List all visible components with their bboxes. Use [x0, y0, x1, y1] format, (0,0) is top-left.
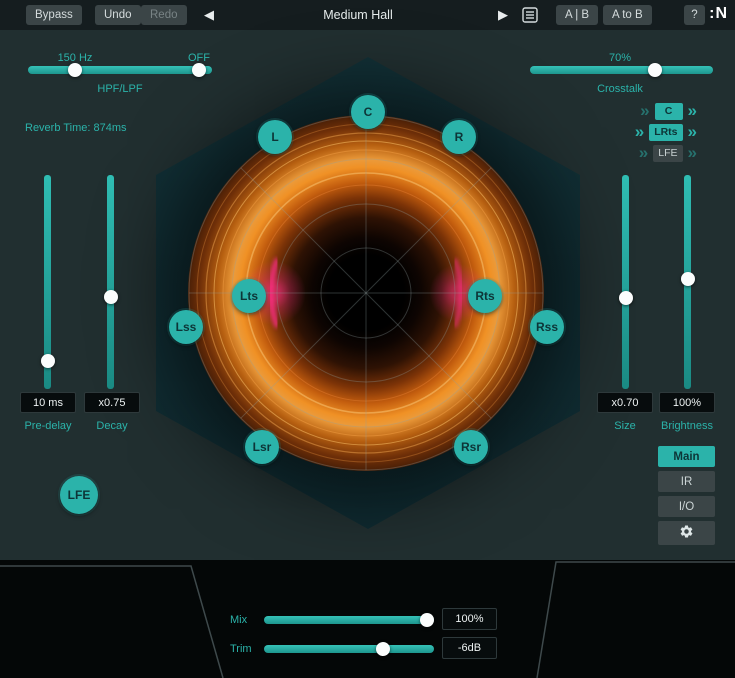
- undo-button[interactable]: Undo: [95, 5, 141, 25]
- crosstalk-slider-track[interactable]: [530, 66, 713, 74]
- brightness-label: Brightness: [647, 420, 727, 432]
- settings-button[interactable]: [658, 521, 715, 545]
- hpf-lpf-slider-track[interactable]: [28, 66, 212, 74]
- decay-label: Decay: [72, 420, 152, 432]
- nugen-logo: :N: [709, 5, 728, 23]
- preset-name[interactable]: Medium Hall: [268, 8, 448, 22]
- crosstalk-slider-handle[interactable]: [648, 63, 662, 77]
- channel-node-lfe[interactable]: LFE: [60, 476, 98, 514]
- brightness-slider-handle[interactable]: [681, 272, 695, 286]
- io-view-button[interactable]: I/O: [658, 496, 715, 517]
- channel-node-rss[interactable]: Rss: [530, 310, 564, 344]
- reverb-time-readout: Reverb Time: 874ms: [25, 122, 185, 134]
- routing-button-lrts[interactable]: LRts: [649, 124, 682, 141]
- routing-out-chevron-icon[interactable]: »: [688, 124, 697, 140]
- bypass-button[interactable]: Bypass: [26, 5, 82, 25]
- channel-node-c[interactable]: C: [351, 95, 385, 129]
- ir-view-button[interactable]: IR: [658, 471, 715, 492]
- channel-node-r[interactable]: R: [442, 120, 476, 154]
- decay-slider-handle[interactable]: [104, 290, 118, 304]
- routing-row-lfe: » LFE »: [639, 144, 697, 162]
- crosstalk-label: Crosstalk: [570, 83, 670, 95]
- hpf-slider-handle[interactable]: [68, 63, 82, 77]
- predelay-slider-handle[interactable]: [41, 354, 55, 368]
- crosstalk-value-label: 70%: [590, 52, 650, 64]
- trim-value-box[interactable]: -6dB: [442, 637, 497, 659]
- main-view-button[interactable]: Main: [658, 446, 715, 467]
- predelay-value-box[interactable]: 10 ms: [20, 392, 76, 413]
- trim-label: Trim: [230, 643, 264, 655]
- routing-out-chevron-icon[interactable]: »: [688, 145, 697, 161]
- size-slider-handle[interactable]: [619, 291, 633, 305]
- brightness-value-box[interactable]: 100%: [659, 392, 715, 413]
- mix-label: Mix: [230, 614, 260, 626]
- preset-list-icon[interactable]: [521, 6, 539, 29]
- trim-slider-handle[interactable]: [376, 642, 390, 656]
- ab-compare-button[interactable]: A | B: [556, 5, 598, 25]
- redo-button[interactable]: Redo: [141, 5, 187, 25]
- mix-slider-track[interactable]: [264, 616, 434, 624]
- hpf-lpf-label: HPF/LPF: [60, 83, 180, 95]
- routing-out-chevron-icon[interactable]: »: [688, 103, 697, 119]
- routing-row-c: » C »: [640, 102, 697, 120]
- channel-node-lss[interactable]: Lss: [169, 310, 203, 344]
- gear-icon: [679, 524, 694, 542]
- routing-button-c[interactable]: C: [655, 103, 683, 120]
- channel-node-lts[interactable]: Lts: [232, 279, 266, 313]
- a-to-b-copy-button[interactable]: A to B: [603, 5, 652, 25]
- mix-slider-handle[interactable]: [420, 613, 434, 627]
- paragon-plugin-window: Bypass Undo Redo ◀ Medium Hall ▶ A | B A…: [0, 0, 735, 678]
- channel-node-lsr[interactable]: Lsr: [245, 430, 279, 464]
- routing-button-lfe[interactable]: LFE: [653, 145, 682, 162]
- size-value-box[interactable]: x0.70: [597, 392, 653, 413]
- decay-value-box[interactable]: x0.75: [84, 392, 140, 413]
- channel-node-rsr[interactable]: Rsr: [454, 430, 488, 464]
- routing-in-chevron-icon[interactable]: »: [639, 145, 648, 161]
- mix-value-box[interactable]: 100%: [442, 608, 497, 630]
- top-toolbar: Bypass Undo Redo ◀ Medium Hall ▶ A | B A…: [0, 0, 735, 30]
- routing-in-chevron-icon[interactable]: »: [635, 124, 644, 140]
- routing-row-lrts: » LRts »: [635, 123, 697, 141]
- previous-preset-icon[interactable]: ◀: [204, 7, 214, 23]
- next-preset-icon[interactable]: ▶: [498, 7, 508, 23]
- bottom-bar: NUGENAudio • • • PARAGON Mix 100% Trim -…: [0, 560, 735, 678]
- lpf-slider-handle[interactable]: [192, 63, 206, 77]
- size-slider-track[interactable]: [622, 175, 629, 389]
- help-button[interactable]: ?: [684, 5, 705, 25]
- trim-slider-track[interactable]: [264, 645, 434, 653]
- routing-in-chevron-icon[interactable]: »: [640, 103, 649, 119]
- decay-slider-track[interactable]: [107, 175, 114, 389]
- channel-node-l[interactable]: L: [258, 120, 292, 154]
- channel-node-rts[interactable]: Rts: [468, 279, 502, 313]
